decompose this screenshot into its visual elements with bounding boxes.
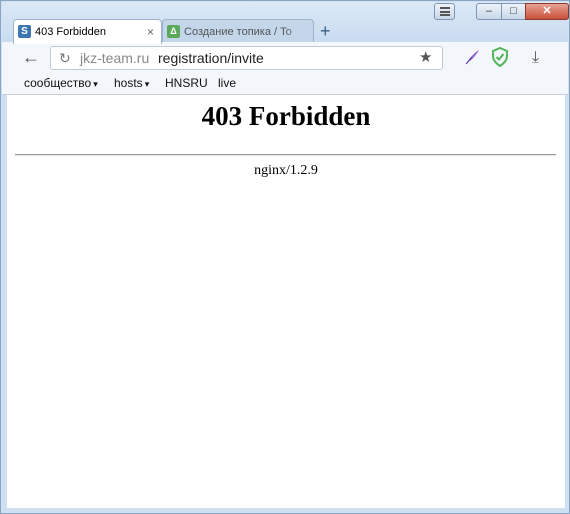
bookmark-label: hosts — [114, 76, 143, 90]
maximize-icon: □ — [510, 5, 517, 17]
bookmarks-bar: сообщество ▾ hosts ▾ HNSRU live — [2, 74, 568, 95]
tab-title: 403 Forbidden — [35, 26, 106, 38]
minimize-button[interactable]: ‒ — [476, 3, 502, 20]
tab-create-topic[interactable]: Δ Создание топика / To — [162, 19, 314, 44]
new-tab-button[interactable]: + — [320, 19, 331, 43]
back-arrow-icon[interactable]: ← — [22, 47, 40, 67]
chevron-down-icon: ▾ — [144, 79, 150, 89]
close-tab-icon[interactable]: × — [147, 20, 154, 44]
bookmark-hnsru[interactable]: HNSRU — [165, 74, 208, 93]
menu-icon — [440, 7, 450, 16]
browser-menu-button[interactable] — [434, 3, 455, 20]
shield-icon[interactable] — [491, 46, 509, 73]
browser-window: S 403 Forbidden × Δ Создание топика / To… — [0, 0, 570, 514]
maximize-button[interactable]: □ — [501, 3, 526, 20]
site-favicon-icon: S — [18, 25, 31, 38]
divider — [15, 154, 556, 156]
url-domain: jkz-team.ru — [80, 50, 150, 66]
chevron-down-icon: ▾ — [93, 79, 98, 89]
site-favicon-icon: Δ — [167, 25, 180, 38]
bookmark-live[interactable]: live — [218, 74, 236, 93]
close-icon: ✕ — [542, 5, 552, 17]
tab-title: Создание топика / To — [184, 26, 292, 38]
page-title: 403 Forbidden — [201, 101, 371, 131]
star-icon[interactable]: ★ — [419, 47, 432, 69]
bookmark-label: сообщество — [24, 76, 92, 90]
close-window-button[interactable]: ✕ — [525, 3, 569, 20]
reload-icon[interactable]: ↻ — [59, 47, 71, 69]
bookmark-community[interactable]: сообщество ▾ — [24, 74, 98, 94]
title-bar: S 403 Forbidden × Δ Создание топика / To… — [2, 2, 569, 44]
minimize-icon: ‒ — [485, 5, 493, 17]
address-bar[interactable]: ↻ jkz-team.ru registration/invite ★ — [50, 46, 443, 70]
download-icon[interactable]: ⤓ — [532, 48, 539, 68]
server-signature: nginx/1.2.9 — [254, 163, 318, 178]
feather-icon[interactable] — [463, 48, 481, 72]
url-path: registration/invite — [158, 50, 264, 66]
page-content: 403 Forbidden nginx/1.2.9 — [7, 95, 565, 508]
tab-403-forbidden[interactable]: S 403 Forbidden × — [13, 19, 162, 44]
bookmark-hosts[interactable]: hosts ▾ — [114, 74, 149, 94]
navigation-toolbar: ← ↻ jkz-team.ru registration/invite ★ ⤓ — [2, 42, 568, 75]
